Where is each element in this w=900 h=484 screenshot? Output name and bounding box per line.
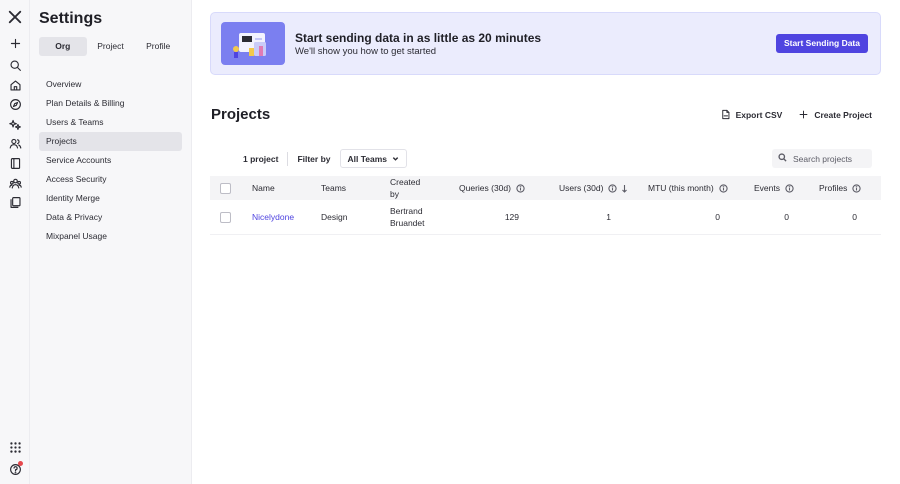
settings-scope-tabs: Org Project Profile — [39, 37, 182, 56]
column-header-created-by[interactable]: Created by — [390, 176, 426, 200]
plus-icon — [798, 109, 809, 122]
column-header-events[interactable]: Events — [754, 176, 794, 200]
project-profiles: 0 — [852, 212, 857, 222]
banner-subtitle: We'll show you how to get started — [295, 46, 437, 57]
project-queries: 129 — [504, 212, 519, 222]
community-icon[interactable] — [7, 175, 23, 191]
sort-icon[interactable] — [621, 184, 628, 193]
select-all-checkbox[interactable] — [220, 182, 231, 194]
page-actions: Export CSV Create Project — [720, 108, 872, 122]
teams-filter-value: All Teams — [347, 153, 388, 164]
project-created-by: Bertrand Bruandet — [390, 206, 425, 228]
filter-label: Filter by — [297, 153, 331, 164]
export-csv-label: Export CSV — [735, 110, 783, 120]
nav-item-overview[interactable]: Overview — [39, 75, 182, 94]
start-sending-data-button[interactable]: Start Sending Data — [775, 34, 868, 53]
tab-profile[interactable]: Profile — [134, 37, 182, 56]
info-icon[interactable] — [516, 183, 525, 193]
apps-grid-icon[interactable] — [7, 439, 23, 455]
settings-nav: Overview Plan Details & Billing Users & … — [39, 75, 182, 246]
nav-item-service-accounts[interactable]: Service Accounts — [39, 151, 182, 170]
info-icon[interactable] — [719, 183, 728, 193]
nav-item-access-security[interactable]: Access Security — [39, 170, 182, 189]
info-icon[interactable] — [852, 183, 861, 193]
create-project-button[interactable]: Create Project — [798, 108, 872, 122]
compass-icon[interactable] — [7, 96, 23, 112]
search-icon — [778, 153, 787, 164]
boards-icon[interactable] — [7, 194, 23, 210]
select-all-cell — [220, 176, 231, 200]
page-title: Projects — [211, 106, 271, 123]
search-icon[interactable] — [7, 57, 23, 73]
tab-org[interactable]: Org — [39, 37, 87, 56]
column-label-teams: Teams — [321, 183, 347, 193]
project-name-link[interactable]: Nicelydone — [252, 200, 294, 234]
banner-title: Start sending data in as little as 20 mi… — [295, 31, 542, 45]
toolbar-divider — [287, 151, 289, 166]
projects-toolbar: 1 project Filter by All Teams — [243, 149, 408, 168]
column-label-queries: Queries (30d) — [459, 183, 511, 193]
column-header-profiles[interactable]: Profiles — [819, 176, 861, 200]
column-label-created-by: Created by — [390, 177, 421, 199]
settings-title: Settings — [39, 10, 103, 27]
column-label-events: Events — [754, 183, 780, 193]
row-select-cell — [220, 200, 231, 234]
table-row[interactable]: Nicelydone Design Bertrand Bruandet 129 … — [210, 200, 881, 235]
column-label-profiles: Profiles — [819, 183, 848, 193]
search-input[interactable] — [793, 153, 871, 164]
mixpanel-logo-icon[interactable] — [7, 9, 23, 25]
table-header: Name Teams Created by Queries (30d) User… — [210, 176, 881, 200]
column-label-mtu: MTU (this month) — [648, 183, 714, 193]
nav-item-plan-billing[interactable]: Plan Details & Billing — [39, 94, 182, 113]
column-label-users: Users (30d) — [559, 183, 604, 193]
home-icon[interactable] — [7, 77, 23, 93]
export-file-icon — [720, 109, 731, 122]
column-label-name: Name — [252, 183, 275, 193]
sparkle-icon[interactable] — [7, 116, 23, 132]
row-checkbox[interactable] — [220, 211, 231, 223]
project-events: 0 — [784, 212, 789, 222]
nav-item-identity-merge[interactable]: Identity Merge — [39, 189, 182, 208]
column-header-teams[interactable]: Teams — [321, 176, 346, 200]
banner-illustration — [221, 22, 285, 65]
nav-item-data-privacy[interactable]: Data & Privacy — [39, 208, 182, 227]
info-icon[interactable] — [608, 183, 618, 193]
projects-table: Name Teams Created by Queries (30d) User… — [210, 176, 881, 235]
notification-dot — [18, 461, 23, 466]
nav-item-users-teams[interactable]: Users & Teams — [39, 113, 182, 132]
column-header-users[interactable]: Users (30d) — [559, 176, 628, 200]
plus-icon[interactable] — [7, 35, 23, 51]
project-teams: Design — [321, 212, 348, 222]
settings-sidebar: Settings Org Project Profile Overview Pl… — [30, 0, 192, 484]
project-count: 1 project — [243, 153, 279, 164]
book-icon[interactable] — [7, 155, 23, 171]
onboarding-banner: Start sending data in as little as 20 mi… — [210, 12, 881, 75]
icon-rail — [0, 0, 30, 484]
nav-item-mixpanel-usage[interactable]: Mixpanel Usage — [39, 227, 182, 246]
project-users: 1 — [606, 212, 611, 222]
export-csv-button[interactable]: Export CSV — [720, 108, 783, 122]
column-header-mtu[interactable]: MTU (this month) — [648, 176, 728, 200]
tab-project[interactable]: Project — [87, 37, 135, 56]
project-mtu: 0 — [715, 212, 720, 222]
teams-filter-dropdown[interactable]: All Teams — [339, 149, 408, 168]
chevron-down-icon — [392, 154, 399, 164]
column-header-queries[interactable]: Queries (30d) — [459, 176, 525, 200]
info-icon[interactable] — [785, 183, 794, 193]
help-icon[interactable] — [7, 461, 23, 477]
search-projects — [772, 149, 872, 168]
column-header-name[interactable]: Name — [252, 176, 275, 200]
main-content: Start sending data in as little as 20 mi… — [192, 0, 900, 484]
create-project-label: Create Project — [814, 110, 872, 120]
nav-item-projects[interactable]: Projects — [39, 132, 182, 151]
users-icon[interactable] — [7, 135, 23, 151]
